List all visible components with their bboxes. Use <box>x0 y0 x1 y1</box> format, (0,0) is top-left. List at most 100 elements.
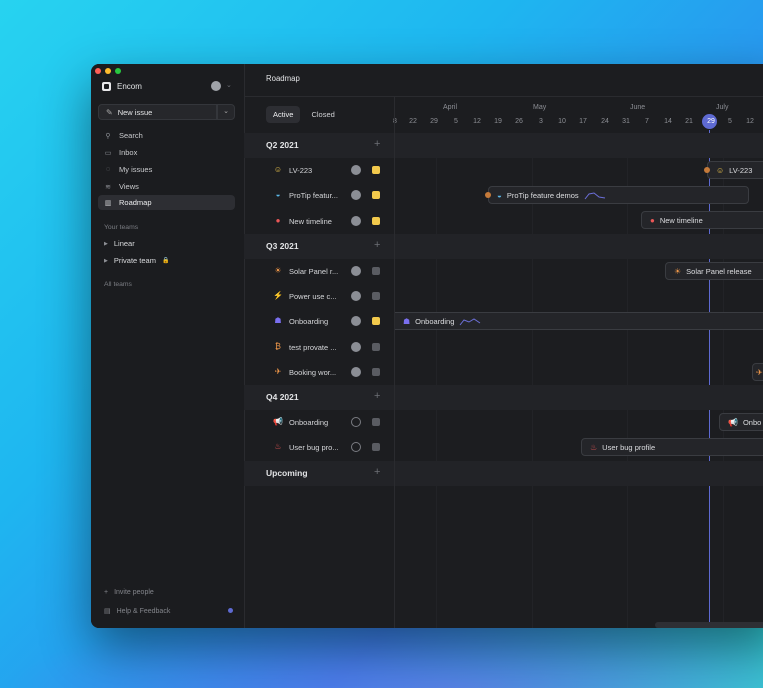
lead-avatar[interactable] <box>351 291 361 302</box>
day-label: 29 <box>430 118 438 125</box>
tab-active[interactable]: Active <box>266 106 301 123</box>
roadmap-icon: ▥ <box>104 199 112 207</box>
project-row[interactable]: ₿ test provate ... <box>244 335 763 360</box>
help-feedback-button[interactable]: ▤ Help & Feedback <box>104 607 170 616</box>
workspace-name: Encom <box>117 82 142 91</box>
project-name: New timeline <box>289 216 332 226</box>
team-linear[interactable]: ▶ Linear <box>104 239 135 248</box>
nav-my-issues[interactable]: ◌ My issues <box>98 162 235 177</box>
bar-booking-edge[interactable]: ✈ <box>752 363 763 381</box>
plus-icon: + <box>104 589 109 596</box>
add-project-plus-icon[interactable]: + <box>374 390 380 402</box>
add-project-plus-icon[interactable]: + <box>374 239 380 251</box>
bar-label: LV-223 <box>729 165 753 175</box>
bar-protip-feature-demos[interactable]: ◒ ProTip feature demos <box>488 186 749 204</box>
user-avatar[interactable] <box>211 81 221 91</box>
project-name: Onboarding <box>289 418 329 428</box>
bar-lv-223[interactable]: ☺ LV-223 <box>707 161 763 179</box>
plane-icon: ✈ <box>756 367 763 377</box>
chevron-right-icon: ▶ <box>104 240 108 247</box>
project-status-icon[interactable] <box>372 292 380 301</box>
all-teams-link[interactable]: All teams <box>104 281 132 288</box>
project-status-icon[interactable] <box>372 443 380 452</box>
project-status-icon[interactable] <box>372 317 380 326</box>
day-label: 5 <box>454 118 458 125</box>
lead-avatar[interactable] <box>351 316 361 327</box>
project-status-icon[interactable] <box>372 367 380 376</box>
lead-avatar[interactable] <box>351 215 361 226</box>
month-label: April <box>443 104 458 111</box>
project-icon: ⚡ <box>273 291 283 301</box>
chevron-down-icon[interactable]: ⌄ <box>226 81 232 89</box>
project-status-icon[interactable] <box>372 342 380 351</box>
project-status-icon[interactable] <box>372 166 380 175</box>
project-status-icon[interactable] <box>372 267 380 275</box>
clock-icon: ● <box>650 215 655 225</box>
lead-avatar[interactable] <box>351 417 361 428</box>
invite-people-button[interactable]: + Invite people <box>104 589 154 596</box>
horizontal-scrollbar[interactable] <box>655 622 763 628</box>
project-status-icon[interactable] <box>372 191 380 200</box>
day-label: 12 <box>746 118 754 125</box>
lock-icon: 🔒 <box>161 258 170 264</box>
add-project-plus-icon[interactable]: + <box>374 138 380 150</box>
new-issue-button[interactable]: ✎ New issue <box>98 104 217 120</box>
add-project-plus-icon[interactable]: + <box>374 466 380 478</box>
project-icon: ☗ <box>274 316 282 326</box>
new-issue-label: New issue <box>117 107 153 117</box>
project-row[interactable]: 📢 Onboarding <box>244 410 763 435</box>
project-row[interactable]: ☺ LV-223 <box>244 158 763 183</box>
nav-views[interactable]: ≋ Views <box>98 179 235 194</box>
project-icon: 📢 <box>273 417 283 427</box>
lead-avatar[interactable] <box>351 442 361 453</box>
group-title: Q3 2021 <box>266 240 299 251</box>
bar-onboarding-q3[interactable]: ☗ Onboarding <box>395 312 763 330</box>
bar-new-timeline[interactable]: ● New timeline <box>641 211 763 229</box>
bar-onboarding-q4[interactable]: 📢 Onbo <box>719 413 763 431</box>
project-row[interactable]: ✈ Booking wor... <box>244 360 763 385</box>
day-label: 31 <box>622 118 630 125</box>
project-status-icon[interactable] <box>372 418 380 427</box>
day-label: 12 <box>473 118 481 125</box>
milestone-dot <box>485 192 491 198</box>
project-status-icon[interactable] <box>372 216 380 225</box>
fire-icon: ♨ <box>590 442 598 452</box>
day-label: 10 <box>558 118 566 125</box>
project-row[interactable]: ⚡ Power use c... <box>244 284 763 309</box>
bar-solar-panel-release[interactable]: ☀ Solar Panel release <box>665 262 763 280</box>
lead-avatar[interactable] <box>351 190 361 201</box>
maximize-window-button[interactable] <box>115 68 121 74</box>
close-window-button[interactable] <box>95 68 101 74</box>
nav-roadmap[interactable]: ▥ Roadmap <box>98 195 235 210</box>
nav-my-issues-label: My issues <box>119 165 153 174</box>
tab-bar: Active Closed <box>266 106 342 123</box>
project-name: User bug pro... <box>289 443 339 453</box>
day-label: 7 <box>645 118 649 125</box>
bar-label: ProTip feature demos <box>506 190 579 200</box>
bar-label: Solar Panel release <box>686 266 752 276</box>
lead-avatar[interactable] <box>351 341 361 352</box>
workspace-switcher[interactable]: Encom <box>102 82 142 91</box>
day-label: 22 <box>409 118 417 125</box>
lead-avatar[interactable] <box>351 266 361 276</box>
new-issue-dropdown-button[interactable]: ⌄ <box>217 104 235 120</box>
lead-avatar[interactable] <box>351 366 361 377</box>
team-linear-label: Linear <box>113 239 135 248</box>
search-icon: ⚲ <box>105 132 111 140</box>
minimize-window-button[interactable] <box>105 68 111 74</box>
lead-avatar[interactable] <box>351 165 361 176</box>
nav-roadmap-label: Roadmap <box>119 198 152 207</box>
day-label: 26 <box>515 118 523 125</box>
your-teams-label: Your teams <box>104 224 139 231</box>
views-icon: ≋ <box>105 183 111 191</box>
tab-closed[interactable]: Closed <box>304 106 341 123</box>
day-label: 3 <box>539 118 543 125</box>
bar-label: Onbo <box>742 417 762 427</box>
day-label: 24 <box>601 118 609 125</box>
nav-inbox[interactable]: ▭ Inbox <box>98 145 235 160</box>
team-private[interactable]: ▶ Private team 🔒 <box>104 256 169 265</box>
bar-label: Onboarding <box>415 316 455 326</box>
bar-user-bug-profile[interactable]: ♨ User bug profile <box>581 438 763 456</box>
workspace-logo-icon <box>102 82 111 91</box>
nav-search[interactable]: ⚲ Search <box>98 128 235 143</box>
